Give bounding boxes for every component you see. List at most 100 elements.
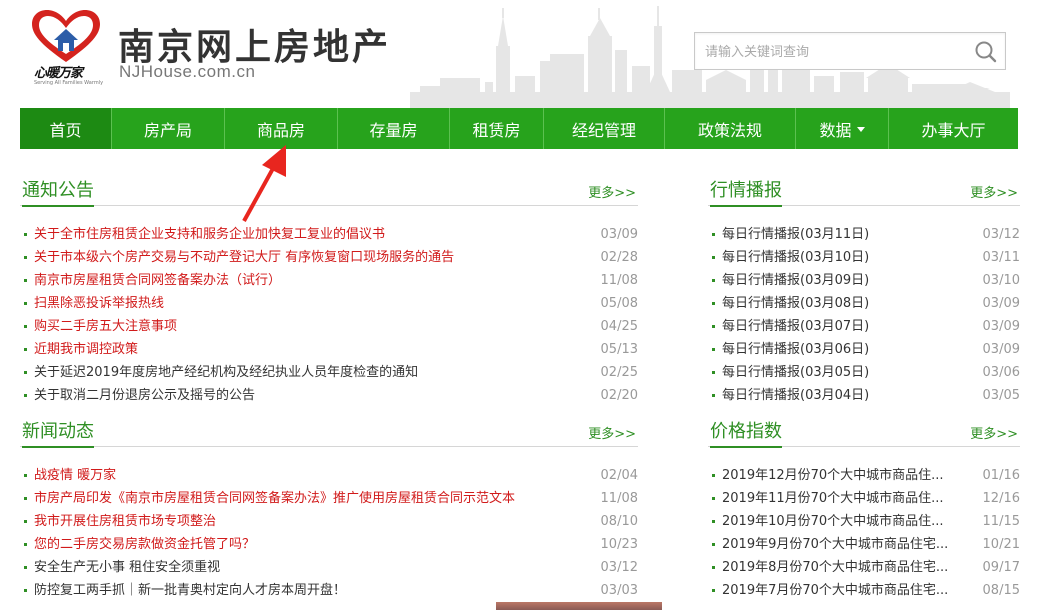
bullet-icon [712, 497, 715, 500]
bullet-icon [24, 256, 27, 259]
list-item-link[interactable]: 南京市房屋租赁合同网签备案办法（试行） [34, 273, 281, 288]
nav-label: 房产局 [143, 120, 192, 140]
list-item: 关于全市住房租赁企业支持和服务企业加快复工复业的倡议书 03/09 [20, 223, 638, 246]
list-item: 每日行情播报(03月06日) 03/09 [708, 338, 1020, 361]
news-section: 新闻动态 更多>> 战疫情 暖万家 02/04 市房产局印发《南京市房屋租赁合同网签… [20, 417, 638, 602]
list-item: 近期我市调控政策 05/13 [20, 338, 638, 361]
bullet-icon [712, 394, 715, 397]
list-item-link[interactable]: 关于全市住房租赁企业支持和服务企业加快复工复业的倡议书 [34, 227, 385, 242]
list-item-date: 03/06 [982, 365, 1020, 380]
list-item: 扫黑除恶投诉举报热线 05/08 [20, 292, 638, 315]
nav-item-brokerage[interactable]: 经纪管理 [544, 108, 665, 149]
list-item-date: 11/08 [600, 273, 638, 288]
list-item-link[interactable]: 每日行情播报(03月11日) [722, 227, 869, 242]
search-input[interactable] [705, 41, 955, 63]
list-item: 2019年10月份70个大中城市商品住... 11/15 [708, 510, 1020, 533]
nav-label: 经纪管理 [571, 120, 636, 140]
bullet-icon [712, 233, 715, 236]
list-item-link[interactable]: 购买二手房五大注意事项 [34, 319, 177, 334]
list-item-link[interactable]: 2019年7月份70个大中城市商品住宅... [722, 583, 948, 598]
list-item: 2019年11月份70个大中城市商品住... 12/16 [708, 487, 1020, 510]
list-item: 每日行情播报(03月10日) 03/11 [708, 246, 1020, 269]
chevron-down-icon [856, 127, 865, 132]
section-title: 价格指数 [710, 417, 782, 448]
list-item-link[interactable]: 关于取消二月份退房公示及摇号的公告 [34, 388, 255, 403]
list-item-date: 02/28 [600, 250, 638, 265]
nav-item-policies[interactable]: 政策法规 [665, 108, 796, 149]
more-link[interactable]: 更多>> [588, 423, 636, 442]
section-header: 行情播报 更多>> [708, 176, 1020, 207]
bullet-icon [24, 497, 27, 500]
list-item-link[interactable]: 每日行情播报(03月05日) [722, 365, 869, 380]
bullet-icon [24, 233, 27, 236]
nav-item-home[interactable]: 首页 [20, 108, 112, 149]
bullet-icon [712, 279, 715, 282]
nav-item-data[interactable]: 数据 [796, 108, 889, 149]
list-item: 安全生产无小事 租住安全须重视 03/12 [20, 556, 638, 579]
list-item-link[interactable]: 2019年12月份70个大中城市商品住... [722, 468, 944, 483]
site-header: 心暖万家 Serving All Families Warmly 南京网上房地产… [0, 0, 1056, 108]
list-item-link[interactable]: 2019年11月份70个大中城市商品住... [722, 491, 944, 506]
more-link[interactable]: 更多>> [970, 182, 1018, 201]
list-item-date: 03/09 [982, 296, 1020, 311]
list-item-link[interactable]: 每日行情播报(03月07日) [722, 319, 869, 334]
list-item-link[interactable]: 2019年8月份70个大中城市商品住宅... [722, 560, 948, 575]
bullet-icon [24, 302, 27, 305]
list-item-date: 10/21 [982, 537, 1020, 552]
list-item-link[interactable]: 每日行情播报(03月08日) [722, 296, 869, 311]
list-item-date: 03/12 [982, 227, 1020, 242]
nav-label: 数据 [819, 120, 852, 140]
list-item: 您的二手房交易房款做资金托管了吗？ 10/23 [20, 533, 638, 556]
list-item-link[interactable]: 2019年9月份70个大中城市商品住宅... [722, 537, 948, 552]
list-item-link[interactable]: 每日行情播报(03月09日) [722, 273, 869, 288]
search-icon [975, 41, 997, 63]
list-item-link[interactable]: 近期我市调控政策 [34, 342, 138, 357]
nav-item-housing-bureau[interactable]: 房产局 [112, 108, 225, 149]
bullet-icon [712, 589, 715, 592]
list-item: 关于市本级六个房产交易与不动产登记大厅 有序恢复窗口现场服务的通告 02/28 [20, 246, 638, 269]
list-item-link[interactable]: 您的二手房交易房款做资金托管了吗？ [34, 537, 255, 552]
list-item-link[interactable]: 关于延迟2019年度房地产经纪机构及经纪执业人员年度检查的通知 [34, 365, 418, 380]
list-item-date: 03/11 [982, 250, 1020, 265]
list-item-date: 02/25 [600, 365, 638, 380]
list-item-date: 01/16 [982, 468, 1020, 483]
list-item-date: 04/25 [600, 319, 638, 334]
list-item: 购买二手房五大注意事项 04/25 [20, 315, 638, 338]
list-item-date: 11/15 [982, 514, 1020, 529]
list-item-link[interactable]: 防控复工两手抓｜新一批青奥村定向人才房本周开盘！ [34, 583, 346, 598]
list-item-date: 08/10 [600, 514, 638, 529]
bullet-icon [24, 348, 27, 351]
list-item-link[interactable]: 扫黑除恶投诉举报热线 [34, 296, 164, 311]
list-item-link[interactable]: 战疫情 暖万家 [34, 468, 116, 483]
list-item-date: 12/16 [982, 491, 1020, 506]
bullet-icon [24, 589, 27, 592]
list-item: 南京市房屋租赁合同网签备案办法（试行） 11/08 [20, 269, 638, 292]
list-item-link[interactable]: 关于市本级六个房产交易与不动产登记大厅 有序恢复窗口现场服务的通告 [34, 250, 454, 265]
list-item-date: 03/05 [982, 388, 1020, 403]
list-item-date: 08/15 [982, 583, 1020, 598]
bullet-icon [24, 520, 27, 523]
nav-item-rental-homes[interactable]: 租赁房 [450, 108, 544, 149]
list-item-link[interactable]: 每日行情播报(03月10日) [722, 250, 869, 265]
list-item-link[interactable]: 市房产局印发《南京市房屋租赁合同网签备案办法》推广使用房屋租赁合同示范文本 [34, 491, 515, 506]
list-item-link[interactable]: 每日行情播报(03月04日) [722, 388, 869, 403]
list-item: 每日行情播报(03月05日) 03/06 [708, 361, 1020, 384]
list-item-link[interactable]: 2019年10月份70个大中城市商品住... [722, 514, 944, 529]
list-item-link[interactable]: 每日行情播报(03月06日) [722, 342, 869, 357]
nav-label: 商品房 [256, 120, 305, 140]
search-button[interactable] [973, 39, 999, 65]
nav-item-service-hall[interactable]: 办事大厅 [889, 108, 1018, 149]
nav-item-resale-homes[interactable]: 存量房 [338, 108, 450, 149]
list-item: 战疫情 暖万家 02/04 [20, 464, 638, 487]
section-title: 新闻动态 [22, 417, 94, 448]
nav-label: 首页 [49, 120, 82, 140]
nav-label: 存量房 [369, 120, 418, 140]
banner-image[interactable] [496, 602, 662, 610]
list-item-link[interactable]: 我市开展住房租赁市场专项整治 [34, 514, 216, 529]
list-item-link[interactable]: 安全生产无小事 租住安全须重视 [34, 560, 220, 575]
list-item: 市房产局印发《南京市房屋租赁合同网签备案办法》推广使用房屋租赁合同示范文本 11/… [20, 487, 638, 510]
list-item: 防控复工两手抓｜新一批青奥村定向人才房本周开盘！ 03/03 [20, 579, 638, 602]
more-link[interactable]: 更多>> [970, 423, 1018, 442]
section-header: 价格指数 更多>> [708, 417, 1020, 448]
more-link[interactable]: 更多>> [588, 182, 636, 201]
